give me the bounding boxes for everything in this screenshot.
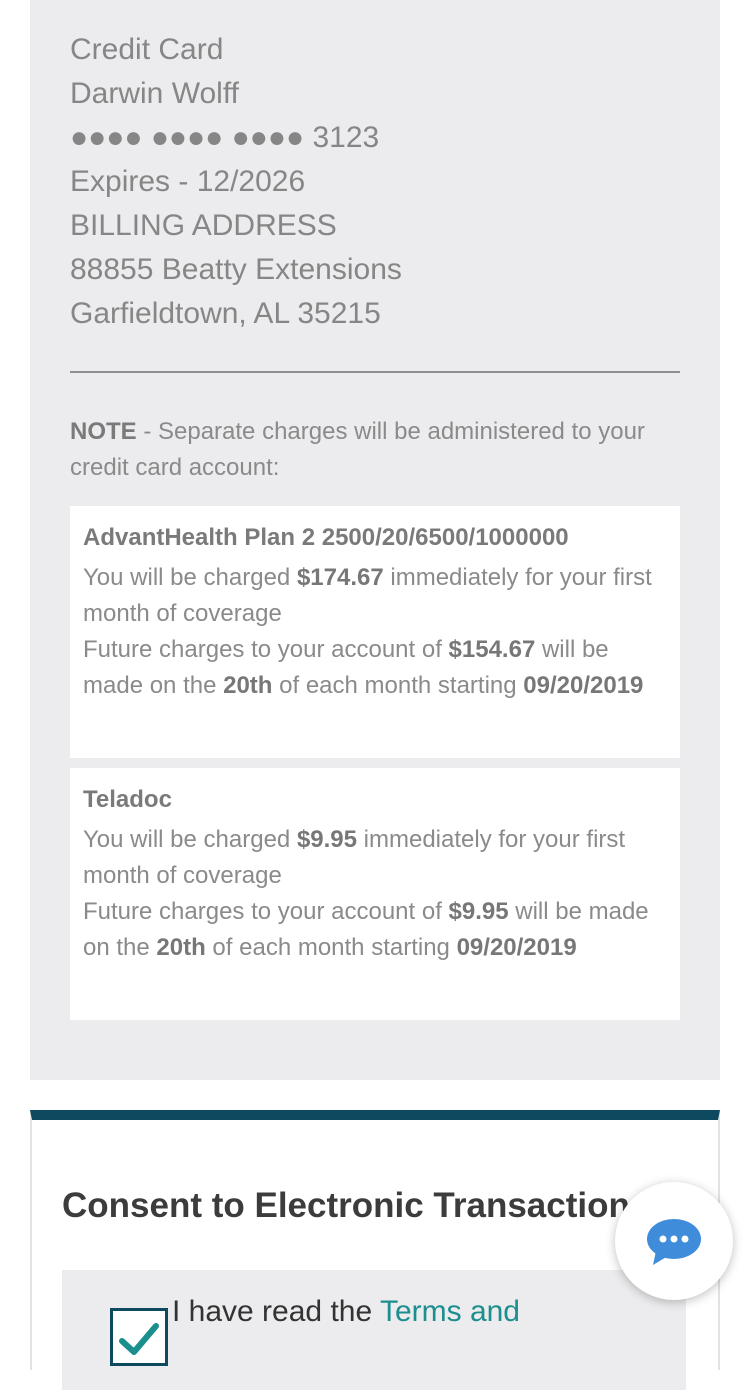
chat-button[interactable] bbox=[615, 1182, 733, 1300]
start-date: 09/20/2019 bbox=[523, 672, 644, 699]
note-label: NOTE bbox=[70, 418, 137, 445]
section-divider bbox=[70, 371, 680, 373]
charge-text: You will be charged bbox=[83, 826, 297, 853]
immediate-charge-text: You will be charged $174.67 immediately … bbox=[83, 560, 667, 632]
future-amount: $9.95 bbox=[448, 898, 509, 925]
future-amount: $154.67 bbox=[448, 636, 536, 663]
future-charge-text: Future charges to your account of $9.95 … bbox=[83, 894, 667, 966]
plan-name: AdvantHealth Plan 2 2500/20/6500/1000000 bbox=[83, 524, 569, 551]
billing-address-line2: Garfieldtown, AL 35215 bbox=[70, 297, 381, 330]
payment-method: Credit Card bbox=[70, 33, 224, 66]
plan-charge-card: AdvantHealth Plan 2 2500/20/6500/1000000… bbox=[70, 506, 680, 758]
charges-note: NOTE - Separate charges will be administ… bbox=[70, 414, 680, 486]
checkmark-icon bbox=[119, 1323, 159, 1355]
consent-text-prefix: I have read the bbox=[172, 1295, 380, 1328]
terms-checkbox[interactable] bbox=[110, 1308, 168, 1366]
payment-summary-panel: Credit Card Darwin Wolff ●●●● ●●●● ●●●● … bbox=[30, 0, 720, 1080]
charge-day: 20th bbox=[156, 934, 206, 961]
payment-details: Credit Card Darwin Wolff ●●●● ●●●● ●●●● … bbox=[70, 28, 402, 336]
terms-link[interactable]: Terms and bbox=[380, 1295, 520, 1328]
charge-text: You will be charged bbox=[83, 564, 297, 591]
card-expiry: Expires - 12/2026 bbox=[70, 165, 306, 198]
charge-text: Future charges to your account of bbox=[83, 898, 449, 925]
charge-text: of each month starting bbox=[272, 672, 524, 699]
chat-bubble-icon bbox=[647, 1219, 701, 1265]
future-charge-text: Future charges to your account of $154.6… bbox=[83, 632, 667, 704]
charge-day: 20th bbox=[223, 672, 273, 699]
billing-address-label: BILLING ADDRESS bbox=[70, 209, 337, 242]
charge-text: Future charges to your account of bbox=[83, 636, 449, 663]
note-text: - Separate charges will be administered … bbox=[70, 418, 645, 481]
plan-charge-card: Teladoc You will be charged $9.95 immedi… bbox=[70, 768, 680, 1020]
charge-text: of each month starting bbox=[205, 934, 457, 961]
consent-checkbox-row: I have read the Terms and bbox=[62, 1270, 686, 1390]
immediate-charge-text: You will be charged $9.95 immediately fo… bbox=[83, 822, 667, 894]
immediate-amount: $9.95 bbox=[296, 826, 357, 853]
plan-name: Teladoc bbox=[83, 786, 172, 813]
start-date: 09/20/2019 bbox=[456, 934, 577, 961]
card-number: ●●●● ●●●● ●●●● 3123 bbox=[70, 121, 380, 154]
consent-title: Consent to Electronic Transactions bbox=[62, 1186, 650, 1225]
consent-text: I have read the Terms and bbox=[172, 1292, 520, 1332]
cardholder-name: Darwin Wolff bbox=[70, 77, 239, 110]
billing-address-line1: 88855 Beatty Extensions bbox=[70, 253, 402, 286]
immediate-amount: $174.67 bbox=[296, 564, 384, 591]
